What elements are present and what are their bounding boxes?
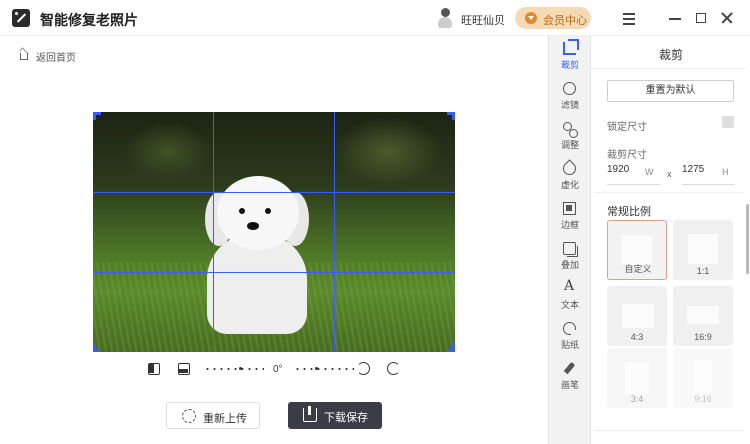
reset-default-label: 重置为默认 bbox=[645, 85, 696, 96]
member-center-button[interactable]: 会员中心 bbox=[515, 7, 591, 29]
tool-label: 虚化 bbox=[560, 180, 579, 190]
tool-crop[interactable]: 裁剪 bbox=[549, 38, 591, 76]
height-unit: H bbox=[722, 167, 729, 177]
tool-label: 画笔 bbox=[560, 380, 579, 390]
ratio-label: 9:16 bbox=[694, 394, 712, 404]
panel-title: 裁剪 bbox=[658, 48, 683, 62]
tool-sticker[interactable]: 贴纸 bbox=[549, 318, 591, 356]
download-save-button[interactable]: 下载保存 bbox=[288, 402, 382, 429]
sticker-icon bbox=[563, 322, 577, 336]
tool-label: 裁剪 bbox=[560, 60, 579, 70]
reset-default-button[interactable]: 重置为默认 bbox=[607, 80, 734, 102]
tool-label: 贴纸 bbox=[560, 340, 579, 350]
tool-blur[interactable]: 虚化 bbox=[549, 158, 591, 196]
text-icon: A bbox=[564, 278, 575, 294]
rotation-angle: 0° bbox=[273, 364, 283, 375]
ratio-option-custom[interactable]: 自定义 bbox=[607, 220, 667, 280]
flip-horizontal-icon[interactable] bbox=[148, 363, 160, 375]
minimize-icon[interactable] bbox=[666, 9, 684, 27]
ratio-label: 3:4 bbox=[630, 394, 644, 404]
tool-label: 边框 bbox=[560, 220, 579, 230]
app-logo-icon bbox=[12, 9, 30, 27]
crop-handle-bottom-right[interactable] bbox=[447, 344, 455, 352]
divider bbox=[594, 430, 744, 431]
user-name[interactable]: 旺旺仙贝 bbox=[461, 12, 505, 28]
menu-icon[interactable] bbox=[620, 9, 638, 27]
ratio-label: 1:1 bbox=[696, 266, 710, 276]
crop-icon bbox=[563, 39, 579, 55]
panel-scrollbar[interactable] bbox=[746, 204, 749, 274]
lock-size-label: 锁定尺寸 bbox=[607, 122, 647, 133]
diamond-icon bbox=[525, 12, 537, 24]
crop-grid-line bbox=[93, 192, 455, 193]
title-bar: 智能修复老照片 旺旺仙贝 会员中心 bbox=[0, 0, 750, 36]
user-avatar[interactable] bbox=[436, 8, 454, 28]
tool-label: 滤镜 bbox=[560, 100, 579, 110]
photo-canvas[interactable] bbox=[93, 112, 455, 352]
download-icon bbox=[303, 406, 317, 422]
app-title: 智能修复老照片 bbox=[40, 12, 138, 28]
overlay-icon bbox=[563, 242, 578, 257]
crop-height-input[interactable]: 1275 bbox=[682, 164, 722, 180]
back-home-label: 返回首页 bbox=[36, 53, 76, 64]
close-icon[interactable] bbox=[718, 9, 736, 27]
crop-grid-line bbox=[213, 112, 214, 352]
flip-vertical-icon[interactable] bbox=[178, 363, 190, 375]
ratio-label: 自定义 bbox=[624, 264, 652, 274]
tool-filter[interactable]: 滤镜 bbox=[549, 78, 591, 116]
tool-brush[interactable]: 画笔 bbox=[549, 358, 591, 396]
member-center-label: 会员中心 bbox=[543, 15, 587, 27]
tool-label: 文本 bbox=[560, 300, 579, 310]
reupload-label: 重新上传 bbox=[203, 413, 247, 425]
dog-photo-subject bbox=[203, 174, 313, 334]
reupload-button[interactable]: 重新上传 bbox=[166, 402, 260, 429]
size-separator: x bbox=[667, 169, 672, 179]
tool-adjust[interactable]: 调整 bbox=[549, 118, 591, 156]
crop-size-label: 裁剪尺寸 bbox=[607, 150, 647, 161]
tool-overlay[interactable]: 叠加 bbox=[549, 238, 591, 276]
ratio-option-1-1[interactable]: 1:1 bbox=[673, 220, 733, 280]
tool-text[interactable]: A 文本 bbox=[549, 278, 591, 316]
rotation-slider-right[interactable] bbox=[294, 367, 354, 370]
ratio-option-16-9[interactable]: 16:9 bbox=[673, 286, 733, 346]
divider bbox=[595, 192, 747, 193]
refresh-icon bbox=[182, 409, 196, 423]
tool-label: 调整 bbox=[560, 140, 579, 150]
crop-handle-top-left[interactable] bbox=[93, 112, 101, 120]
maximize-icon[interactable] bbox=[692, 9, 710, 27]
ratio-option-9-16[interactable]: 9:16 bbox=[673, 348, 733, 408]
rotation-slider-left[interactable] bbox=[204, 367, 264, 370]
ratio-option-4-3[interactable]: 4:3 bbox=[607, 286, 667, 346]
ratio-label: 4:3 bbox=[630, 332, 644, 342]
divider bbox=[591, 68, 750, 69]
adjust-icon bbox=[563, 122, 578, 138]
home-icon bbox=[18, 47, 30, 60]
width-unit: W bbox=[645, 167, 654, 177]
crop-grid-line bbox=[93, 272, 455, 273]
crop-panel: 裁剪 重置为默认 锁定尺寸 裁剪尺寸 1920 W x 1275 H 常规比例 … bbox=[590, 36, 750, 444]
border-icon bbox=[563, 202, 576, 215]
filter-icon bbox=[563, 82, 576, 95]
crop-handle-top-right[interactable] bbox=[447, 112, 455, 120]
tool-sidebar: 裁剪 滤镜 调整 虚化 边框 叠加 A 文本 贴纸 画笔 bbox=[548, 36, 590, 444]
tool-border[interactable]: 边框 bbox=[549, 198, 591, 236]
divider bbox=[682, 184, 734, 185]
brush-icon bbox=[563, 361, 576, 375]
rotate-left-icon[interactable] bbox=[357, 362, 370, 375]
download-save-label: 下载保存 bbox=[324, 412, 368, 424]
crop-handle-bottom-left[interactable] bbox=[93, 344, 101, 352]
lock-size-checkbox[interactable] bbox=[722, 116, 734, 128]
rotate-right-icon[interactable] bbox=[387, 362, 400, 375]
ratio-option-3-4[interactable]: 3:4 bbox=[607, 348, 667, 408]
ratio-section-title: 常规比例 bbox=[607, 206, 651, 218]
blur-icon bbox=[560, 159, 579, 178]
tool-label: 叠加 bbox=[560, 260, 579, 270]
ratio-label: 16:9 bbox=[694, 332, 712, 342]
crop-grid-line bbox=[334, 112, 335, 352]
divider bbox=[607, 184, 661, 185]
